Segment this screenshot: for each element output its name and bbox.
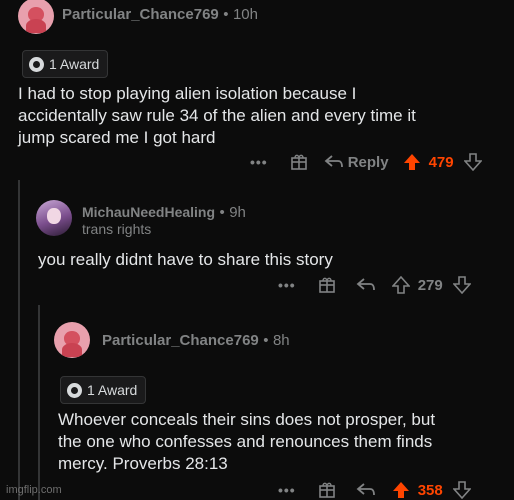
comment-line: jump scared me I got hard (18, 128, 216, 147)
downvote-icon[interactable] (463, 153, 482, 171)
avatar[interactable] (18, 0, 54, 34)
award-badge[interactable]: 1 Award (22, 50, 109, 78)
avatar[interactable] (36, 200, 72, 236)
separator: • (223, 6, 229, 23)
reply-icon[interactable] (356, 482, 376, 498)
comment-line: I had to stop playing alien isolation be… (18, 84, 357, 103)
thread-line[interactable] (38, 305, 40, 500)
comment-line: accidentally saw rule 34 of the alien an… (18, 106, 416, 125)
comment-line: you really didnt have to share this stor… (38, 250, 333, 269)
comment-actions: ••• 358 (278, 481, 471, 499)
timestamp: 10h (232, 6, 258, 23)
upvote-icon[interactable] (403, 153, 421, 171)
score: 479 (428, 153, 454, 171)
award-give-icon[interactable] (318, 276, 336, 294)
score: 279 (417, 276, 443, 294)
username[interactable]: MichauNeedHealing (82, 204, 215, 220)
comment-actions: ••• Reply 479 (250, 153, 482, 171)
comment-body: Whoever conceals their sins does not pro… (58, 409, 510, 475)
comment-actions: ••• 279 (278, 276, 471, 294)
award-label: 1 Award (49, 56, 100, 72)
comment-line: the one who confesses and renounces them… (58, 432, 433, 451)
downvote-icon[interactable] (452, 481, 471, 499)
upvote-icon[interactable] (392, 481, 410, 499)
username[interactable]: Particular_Chance769 (102, 332, 259, 349)
more-options-button[interactable]: ••• (278, 277, 296, 293)
timestamp: 8h (272, 332, 290, 349)
comment-body: you really didnt have to share this stor… (38, 249, 508, 271)
award-badge[interactable]: 1 Award (60, 376, 147, 404)
reply-button[interactable]: Reply (348, 154, 389, 171)
reply-icon[interactable] (324, 154, 344, 170)
comment-header: Particular_Chance769 • 10h (62, 6, 258, 24)
score: 358 (417, 481, 443, 499)
award-label: 1 Award (87, 382, 138, 398)
award-icon (29, 56, 44, 72)
award-give-icon[interactable] (318, 481, 336, 499)
watermark: imgflip.com (6, 484, 62, 496)
award-icon (67, 382, 82, 398)
more-options-button[interactable]: ••• (278, 482, 296, 498)
comment-header: MichauNeedHealing • 9h (82, 204, 246, 222)
username[interactable]: Particular_Chance769 (62, 6, 219, 23)
reply-icon[interactable] (356, 277, 376, 293)
comment-line: mercy. Proverbs 28:13 (58, 454, 228, 473)
separator: • (263, 332, 269, 349)
thread-line[interactable] (18, 180, 20, 500)
comment-header: Particular_Chance769 • 8h (102, 332, 290, 350)
separator: • (219, 204, 225, 221)
more-options-button[interactable]: ••• (250, 154, 268, 170)
award-give-icon[interactable] (290, 153, 308, 171)
upvote-icon[interactable] (391, 276, 410, 294)
timestamp: 9h (229, 204, 246, 221)
avatar[interactable] (54, 322, 90, 358)
comment-line: Whoever conceals their sins does not pro… (58, 410, 436, 429)
downvote-icon[interactable] (452, 276, 471, 294)
comment-body: I had to stop playing alien isolation be… (18, 83, 508, 149)
user-flair: trans rights (82, 221, 152, 237)
